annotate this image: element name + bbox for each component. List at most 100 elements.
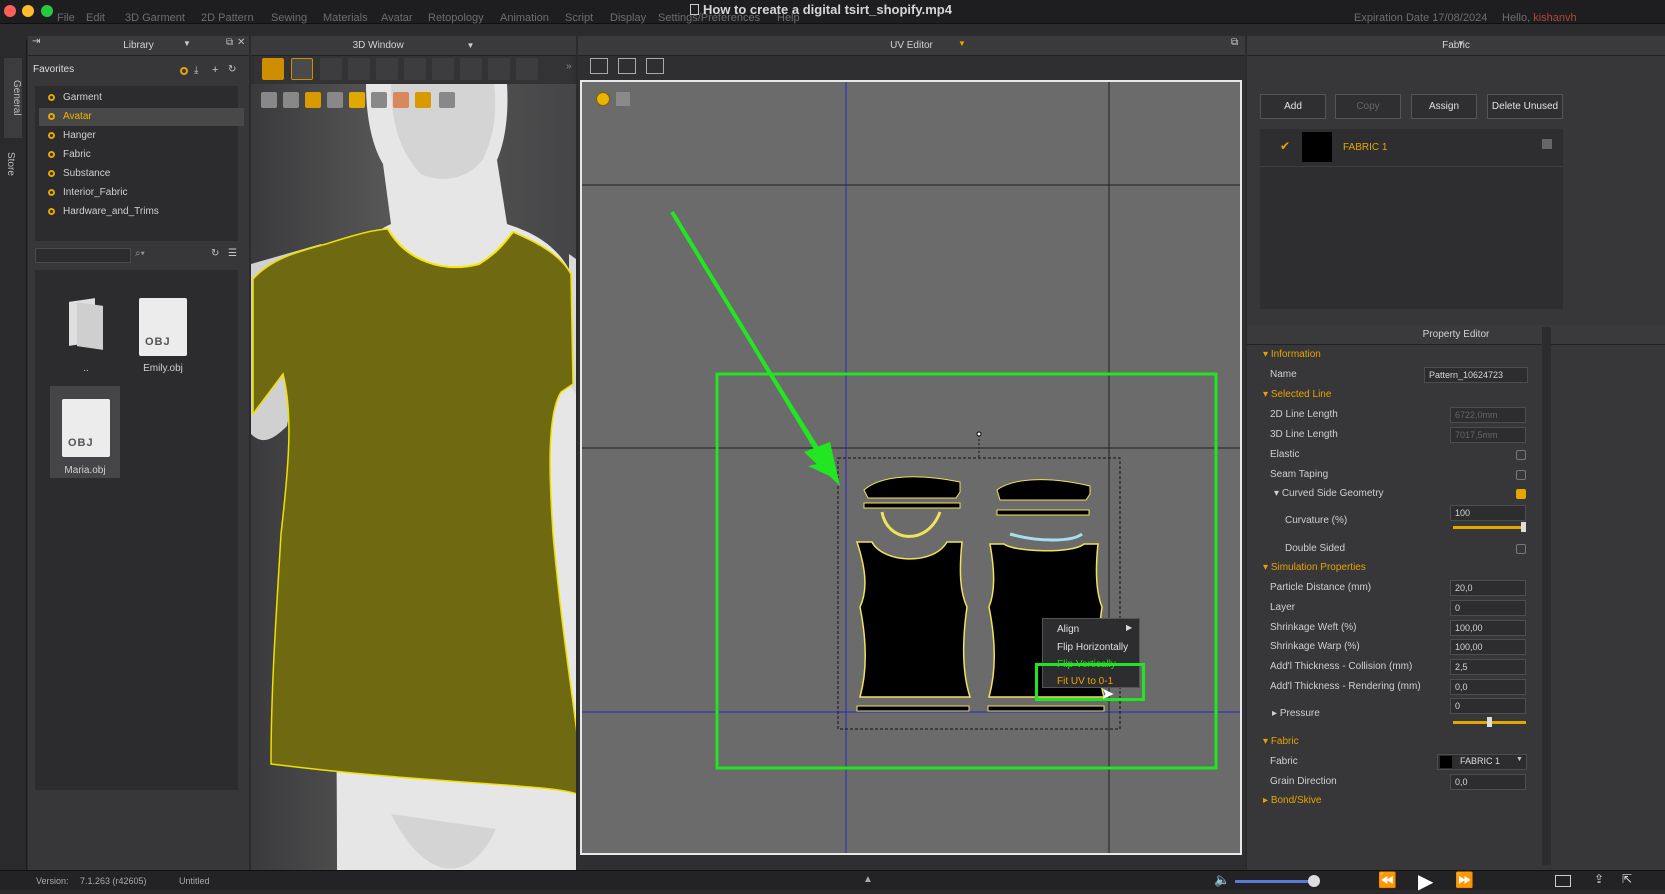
section-selected-line[interactable]: ▾ Selected Line — [1263, 386, 1543, 404]
section-fabric[interactable]: ▾ Fabric — [1263, 733, 1543, 751]
name-field[interactable]: Pattern_10624723 — [1424, 367, 1528, 383]
menu-edit[interactable]: Edit — [86, 12, 105, 24]
fav-item-avatar[interactable]: Avatar — [39, 108, 244, 126]
volume-icon[interactable]: 🔈 — [1214, 872, 1230, 888]
simulation-icon[interactable] — [305, 92, 321, 108]
section-information[interactable]: ▾ Information — [1263, 346, 1543, 364]
menu-materials[interactable]: Materials — [323, 12, 368, 24]
fabric-row[interactable]: ✔ FABRIC 1 — [1260, 129, 1563, 167]
pressure-slider-handle[interactable] — [1487, 717, 1492, 727]
collapse-arrow-icon[interactable]: ⇥ — [32, 36, 40, 47]
layer-field[interactable]: 0 — [1450, 600, 1526, 616]
refresh-icon[interactable]: ↻ — [228, 64, 236, 75]
library-search-input[interactable] — [35, 248, 131, 263]
uv-undock-icon[interactable]: ⧉ — [1231, 37, 1238, 48]
fabric-options-icon[interactable] — [1542, 139, 1552, 149]
add-icon[interactable]: + — [212, 64, 218, 76]
select-tool-icon[interactable] — [291, 58, 313, 80]
tack-tool-icon[interactable] — [460, 58, 482, 80]
curvature-field[interactable]: 100 — [1450, 505, 1526, 521]
grain-field[interactable]: 0,0 — [1450, 774, 1526, 790]
download-icon[interactable]: ⤓ — [194, 65, 198, 76]
render-icon[interactable] — [261, 92, 277, 108]
search-icon[interactable]: ⌕▾ — [135, 248, 145, 259]
curvature-slider-handle[interactable] — [1521, 522, 1526, 532]
curvature-slider[interactable] — [1453, 526, 1526, 529]
uv-dropdown-icon[interactable]: ▼ — [958, 39, 966, 48]
undock-icon[interactable]: ⧉ — [226, 37, 233, 48]
uv-light-icon[interactable] — [596, 92, 610, 106]
move-tool-icon[interactable] — [262, 58, 284, 80]
zoom-window-button[interactable] — [41, 5, 53, 17]
minimize-window-button[interactable] — [22, 5, 34, 17]
garment-view-icon[interactable] — [283, 92, 299, 108]
warp-field[interactable]: 100,00 — [1450, 639, 1526, 655]
weft-field[interactable]: 100,00 — [1450, 620, 1526, 636]
fabric-select[interactable]: FABRIC 1 ▼ — [1437, 754, 1527, 770]
menu-3d-garment[interactable]: 3D Garment — [125, 12, 185, 24]
menu-animation[interactable]: Animation — [500, 12, 549, 24]
uv-export-icon[interactable] — [616, 92, 630, 106]
folder-up-icon[interactable] — [69, 298, 103, 350]
assign-fabric-button[interactable]: Assign — [1411, 94, 1477, 119]
pip-icon[interactable] — [1555, 875, 1571, 887]
library-dropdown-icon[interactable]: ▼ — [183, 39, 191, 48]
pin-tool-icon[interactable] — [376, 58, 398, 80]
arrange-tool-icon[interactable] — [432, 58, 454, 80]
tab-general[interactable]: General — [4, 58, 22, 138]
volume-slider[interactable] — [1235, 880, 1315, 883]
menu-item-flip-horizontally[interactable]: Flip Horizontally — [1057, 642, 1128, 653]
list-view-icon[interactable]: ☰ — [228, 248, 237, 259]
menu-avatar[interactable]: Avatar — [381, 12, 413, 24]
menu-item-align[interactable]: Align — [1057, 624, 1079, 635]
rewind-icon[interactable]: ⏪ — [1378, 871, 1397, 889]
avatar-view-icon[interactable] — [327, 92, 343, 108]
menu-retopology[interactable]: Retopology — [428, 12, 484, 24]
pressure-field[interactable]: 0 — [1450, 698, 1526, 714]
delete-unused-button[interactable]: Delete Unused — [1487, 94, 1563, 119]
close-window-button[interactable] — [4, 5, 16, 17]
airplay-icon[interactable]: ⇱ — [1622, 872, 1632, 886]
texture-icon[interactable] — [349, 92, 365, 108]
rendering-field[interactable]: 0,0 — [1450, 679, 1526, 695]
seam-taping-checkbox[interactable] — [1516, 470, 1526, 480]
copy-fabric-button[interactable]: Copy — [1335, 94, 1401, 119]
tab-store[interactable]: Store — [5, 152, 16, 176]
share-icon[interactable]: ⇪ — [1594, 872, 1604, 886]
add-fabric-button[interactable]: Add — [1260, 94, 1326, 119]
reload-icon[interactable]: ↻ — [211, 248, 219, 259]
section-simulation[interactable]: ▾ Simulation Properties — [1263, 559, 1543, 577]
shader-icon[interactable] — [371, 92, 387, 108]
fav-item-hanger[interactable]: Hanger — [39, 127, 244, 145]
dropdown-icon[interactable]: ▼ — [467, 41, 475, 50]
skin-icon[interactable] — [393, 92, 409, 108]
menu-display[interactable]: Display — [610, 12, 646, 24]
fav-item-garment[interactable]: Garment — [39, 89, 244, 107]
play-icon[interactable]: ▶ — [1418, 869, 1433, 894]
3d-viewport[interactable] — [251, 84, 576, 870]
fav-item-hardware[interactable]: Hardware_and_Trims — [39, 203, 244, 221]
curved-side-row[interactable]: ▾ Curved Side Geometry — [1274, 485, 1554, 503]
export-icon[interactable] — [439, 92, 455, 108]
close-panel-icon[interactable]: ✕ — [237, 37, 245, 48]
measure-tool-icon[interactable] — [488, 58, 510, 80]
edit-tool-icon[interactable] — [320, 58, 342, 80]
fav-item-substance[interactable]: Substance — [39, 165, 244, 183]
section-bond[interactable]: ▸ Bond/Skive — [1263, 792, 1543, 810]
menu-file[interactable]: File — [57, 12, 75, 24]
obj-file-icon[interactable]: OBJ — [62, 399, 110, 457]
uv-tool-3-icon[interactable] — [646, 58, 664, 74]
curved-side-checkbox[interactable] — [1516, 489, 1526, 499]
particle-field[interactable]: 20,0 — [1450, 580, 1526, 596]
double-sided-checkbox[interactable] — [1516, 544, 1526, 554]
fold-tool-icon[interactable] — [404, 58, 426, 80]
volume-handle[interactable] — [1308, 875, 1320, 887]
garment-tool-icon[interactable] — [348, 58, 370, 80]
obj-file-icon[interactable]: OBJ — [139, 298, 187, 356]
uv-canvas[interactable] — [580, 80, 1242, 855]
fast-forward-icon[interactable]: ⏩ — [1455, 871, 1474, 889]
menu-sewing[interactable]: Sewing — [271, 12, 307, 24]
grid-tool-icon[interactable] — [516, 58, 538, 80]
fabric-dropdown-icon[interactable]: ▼ — [1457, 39, 1465, 48]
expand-up-icon[interactable]: ▲ — [863, 874, 873, 885]
